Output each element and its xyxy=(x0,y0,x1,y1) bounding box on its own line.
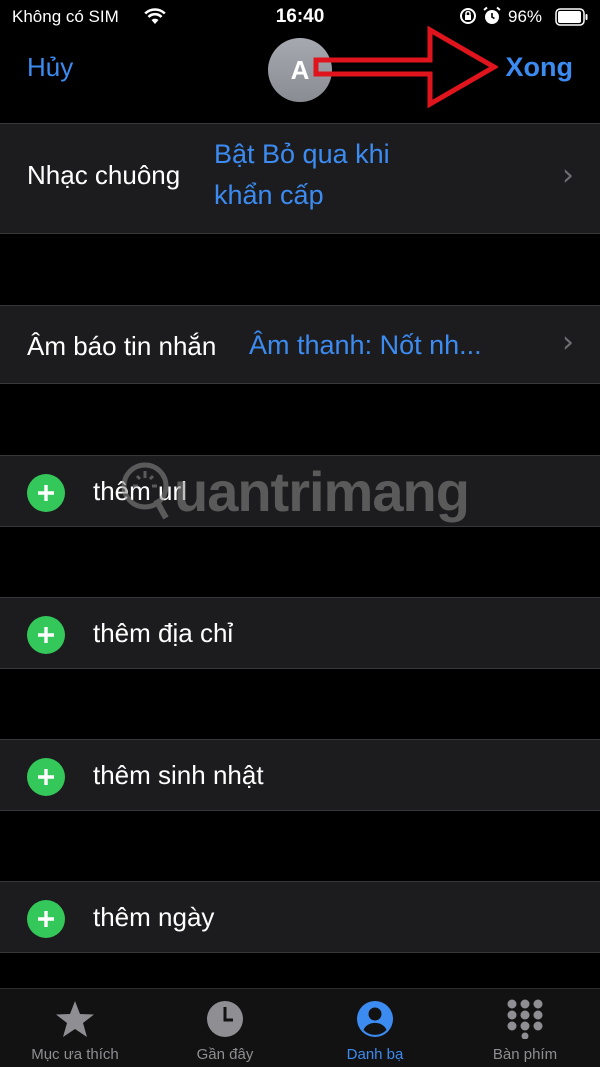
text-tone-row[interactable]: Âm báo tin nhắn Âm thanh: Nốt nh... › xyxy=(0,305,600,384)
add-icon[interactable] xyxy=(27,616,65,654)
star-icon xyxy=(56,1001,94,1037)
add-birthday-label: thêm sinh nhật xyxy=(93,760,264,790)
ringtone-label: Nhạc chuông xyxy=(27,160,181,190)
add-birthday-row[interactable]: thêm sinh nhật xyxy=(0,739,600,811)
keypad-icon xyxy=(507,999,543,1039)
chevron-right-icon: › xyxy=(562,158,574,193)
ringtone-value-line1: Bật Bỏ qua khi xyxy=(214,139,390,169)
tab-favorites-label: Mục ưa thích xyxy=(31,1046,119,1063)
text-tone-value: Âm thanh: Nốt nh... xyxy=(249,330,482,360)
tab-recents-label: Gần đây xyxy=(196,1046,254,1063)
watermark-text: uantrimang xyxy=(174,459,470,523)
add-address-label: thêm địa chỉ xyxy=(93,618,234,648)
battery-percentage: 96% xyxy=(508,7,543,26)
done-button[interactable]: Xong xyxy=(506,52,574,83)
tab-keypad-label: Bàn phím xyxy=(492,1046,558,1063)
add-address-row[interactable]: thêm địa chỉ xyxy=(0,597,600,669)
tab-bar: Mục ưa thích Gần đây Danh bạ Bàn phím xyxy=(0,988,600,1067)
battery-icon xyxy=(555,8,589,31)
tab-recents[interactable]: Gần đây xyxy=(150,989,300,1067)
text-tone-label: Âm báo tin nhắn xyxy=(27,331,217,361)
add-icon[interactable] xyxy=(27,758,65,796)
add-icon[interactable] xyxy=(27,474,65,512)
ringtone-row[interactable]: Nhạc chuông Bật Bỏ qua khi khẩn cấp › xyxy=(0,123,600,234)
status-bar: Không có SIM 16:40 96% xyxy=(0,0,600,34)
ringtone-value-line2: khẩn cấp xyxy=(214,180,324,210)
chevron-right-icon: › xyxy=(562,325,574,360)
tab-contacts-label: Danh bạ xyxy=(346,1046,404,1063)
watermark: uantrimang xyxy=(120,458,470,524)
annotation-arrow-icon xyxy=(313,25,498,109)
cancel-button[interactable]: Hủy xyxy=(27,52,73,83)
tab-contacts[interactable]: Danh bạ xyxy=(300,989,450,1067)
watermark-logo-icon xyxy=(121,462,169,520)
clock-icon xyxy=(207,1001,243,1037)
add-icon[interactable] xyxy=(27,900,65,938)
tab-keypad[interactable]: Bàn phím xyxy=(450,989,600,1067)
add-date-label: thêm ngày xyxy=(93,902,215,932)
tab-favorites[interactable]: Mục ưa thích xyxy=(0,989,150,1067)
add-date-row[interactable]: thêm ngày xyxy=(0,881,600,953)
avatar-initial: A xyxy=(290,54,310,85)
contact-icon xyxy=(357,1001,393,1037)
